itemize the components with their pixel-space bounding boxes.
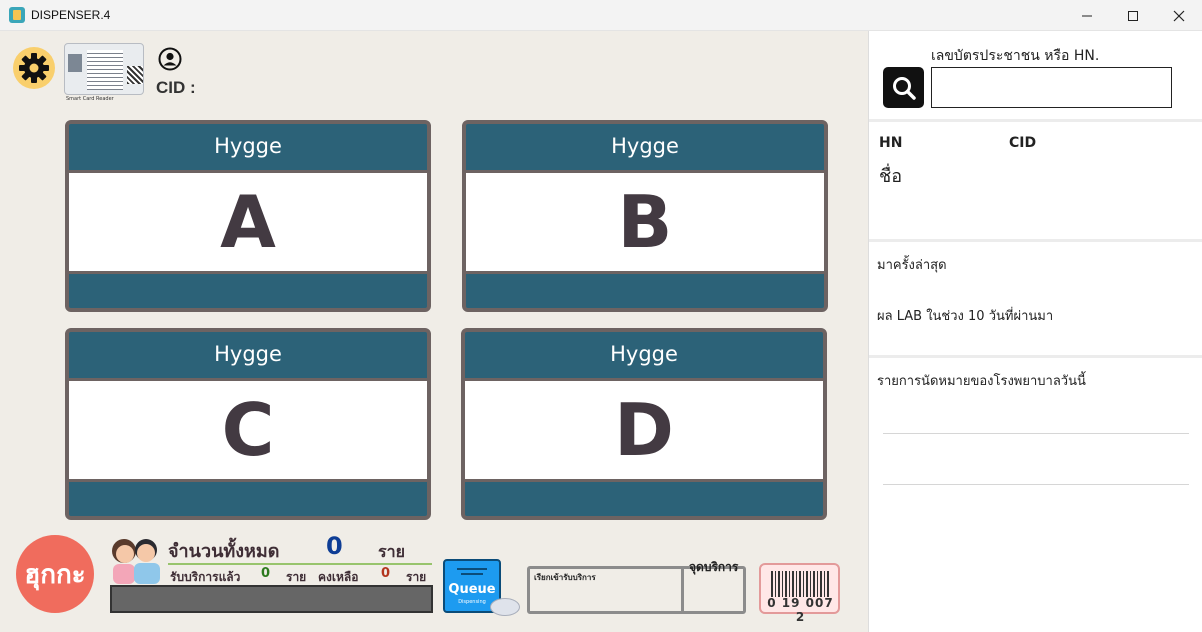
gear-icon <box>19 53 49 83</box>
queue-box-d[interactable]: Hygge D <box>461 328 827 520</box>
title-bar: DISPENSER.4 <box>0 0 1202 31</box>
service-point-label: จุดบริการ <box>689 560 739 574</box>
call-label: เรียกเข้ารับบริการ <box>534 573 596 582</box>
served-value: 0 <box>261 566 271 581</box>
settings-button[interactable] <box>13 47 55 89</box>
cid-label: CID : <box>156 78 196 97</box>
queue-letter: C <box>69 378 427 482</box>
total-value: 0 <box>326 532 343 560</box>
last-visit-label: มาครั้งล่าสุด <box>877 258 947 273</box>
card-qr <box>127 66 143 84</box>
maximize-button[interactable] <box>1110 0 1156 31</box>
search-icon <box>892 76 916 100</box>
name-label: ชื่อ <box>879 166 903 187</box>
queue-title: Hygge <box>214 134 282 158</box>
patients-illustration <box>112 539 160 584</box>
divider <box>869 239 1202 242</box>
hn-label: HN <box>879 135 903 151</box>
queue-box-b[interactable]: Hygge B <box>462 120 828 312</box>
smart-card-reader-image <box>64 43 144 95</box>
card-photo <box>68 54 82 72</box>
queue-letter: A <box>69 170 427 274</box>
barcode-icon <box>771 571 831 597</box>
barcode-button[interactable]: 0 19 007 2 <box>759 563 840 624</box>
close-icon <box>1173 10 1185 21</box>
window-title: DISPENSER.4 <box>31 8 111 22</box>
divider <box>869 119 1202 122</box>
total-label: จำนวนทั้งหมด <box>168 541 280 562</box>
patient-info-panel: เลขบัตรประชาชน หรือ HN. HN CID ชื่อ มาคร… <box>868 31 1202 632</box>
appointments-label: รายการนัดหมายของโรงพยาบาลวันนี้ <box>877 374 1086 389</box>
divider <box>168 563 432 565</box>
search-label: เลขบัตรประชาชน หรือ HN. <box>931 48 1100 64</box>
queue-title: Hygge <box>610 342 678 366</box>
card-text-lines <box>87 50 123 90</box>
app-icon <box>9 7 25 23</box>
lab-results-label: ผล LAB ในช่วง 10 วันที่ผ่านมา <box>877 309 1054 324</box>
queue-letter: B <box>466 170 824 274</box>
hospital-logo: ฮุกกะ <box>16 535 94 613</box>
remaining-value: 0 <box>381 566 391 581</box>
minimize-button[interactable] <box>1064 0 1110 31</box>
maximize-icon <box>1128 10 1138 21</box>
search-button[interactable] <box>883 67 924 108</box>
queue-label: Queue <box>448 582 496 597</box>
queue-box-a[interactable]: Hygge A <box>65 120 431 312</box>
close-button[interactable] <box>1156 0 1202 31</box>
queue-progress-bar <box>110 585 433 613</box>
divider <box>869 355 1202 358</box>
reader-label: Smart Card Reader <box>66 96 114 102</box>
appointment-row-line <box>883 433 1189 434</box>
search-input[interactable] <box>931 67 1172 108</box>
queue-slot-icon <box>457 568 487 575</box>
minimize-icon <box>1082 15 1092 16</box>
queue-letter: D <box>465 378 823 482</box>
disc-icon <box>490 598 520 616</box>
cid-label: CID <box>1009 135 1037 151</box>
total-unit: ราย <box>378 542 405 561</box>
service-divider <box>681 566 684 614</box>
user-icon <box>158 47 182 71</box>
appointment-row-line <box>883 484 1189 485</box>
queue-title: Hygge <box>611 134 679 158</box>
queue-box-c[interactable]: Hygge C <box>65 328 431 520</box>
queue-title: Hygge <box>214 342 282 366</box>
barcode-digits: 0 19 007 2 <box>767 596 834 624</box>
